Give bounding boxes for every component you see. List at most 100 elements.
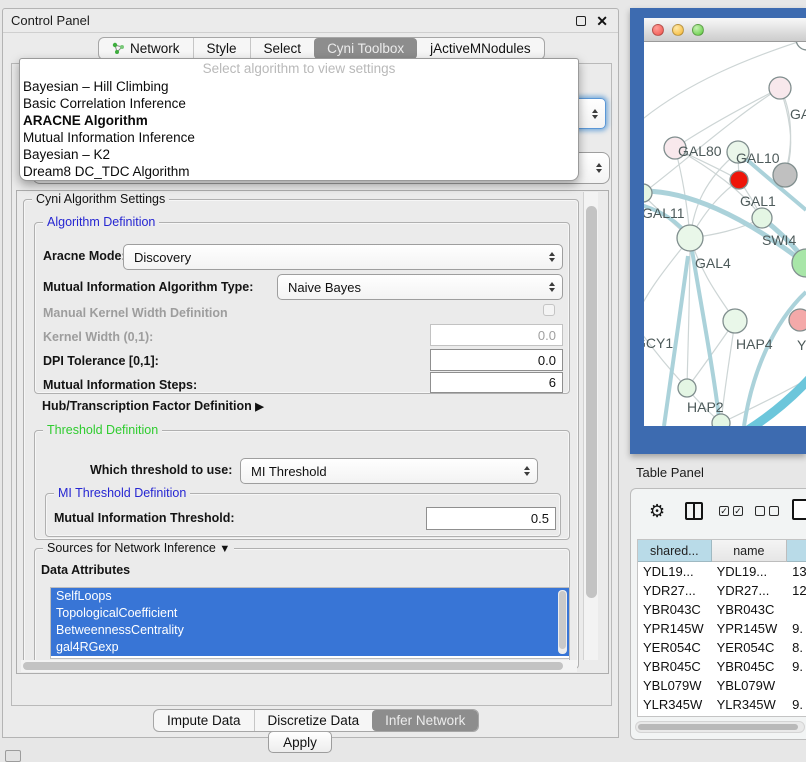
table-cell: 9. <box>787 714 806 717</box>
tab-infer-network[interactable]: Infer Network <box>372 710 478 731</box>
mi-type-label: Mutual Information Algorithm Type: <box>43 280 253 294</box>
hub-definition-toggle[interactable]: Hub/Transcription Factor Definition ▶ <box>42 399 264 413</box>
scrollbar-thumb[interactable] <box>586 206 597 598</box>
network-window-titlebar[interactable] <box>644 18 806 42</box>
network-canvas[interactable]: GALGAL80GAL10GAL1GAL11SWI4GAL4GCY1HAP4YH… <box>644 42 806 426</box>
column-header[interactable]: shared... <box>638 540 712 562</box>
control-panel-tabbar: Network Style SelectCyni ToolboxjActiveMNo… <box>98 37 545 60</box>
tab-style[interactable]: Style <box>193 38 250 59</box>
column-header[interactable] <box>787 540 806 562</box>
table-row[interactable]: YPR145WYPR145W9. <box>638 619 806 638</box>
table-cell: 8. <box>787 638 806 657</box>
gear-icon[interactable]: ⚙ <box>649 500 665 522</box>
table-cell: YLR345W <box>712 695 788 714</box>
settings-scrollpane: Cyni Algorithm Settings Algorithm Defini… <box>16 190 609 674</box>
dpi-tolerance-field[interactable]: 0.0 <box>430 349 563 371</box>
data-attributes-list[interactable]: SelfLoopsTopologicalCoefficientBetweenne… <box>50 587 570 659</box>
dropdown-prompt: Select algorithm to view settings <box>20 59 578 78</box>
table-row[interactable]: YIL052CYIL052C9. <box>638 714 806 717</box>
column-header[interactable]: name <box>712 540 788 562</box>
aracne-mode-combobox[interactable]: Discovery <box>123 244 563 270</box>
expand-right-icon: ▶ <box>255 401 263 413</box>
table-cell: YDR27... <box>712 581 788 600</box>
tab-network[interactable]: Network <box>99 38 193 59</box>
network-node[interactable] <box>796 42 806 50</box>
dropdown-option[interactable]: Dream8 DC_TDC Algorithm <box>20 163 578 180</box>
scrollbar-thumb[interactable] <box>23 662 563 670</box>
dropdown-option[interactable]: Mutual Information Inference <box>20 129 578 146</box>
mi-steps-field[interactable]: 6 <box>430 372 563 393</box>
network-edge <box>644 191 806 264</box>
table-row[interactable]: YBL079WYBL079W <box>638 676 806 695</box>
attribute-list-item[interactable]: gal4RGexp <box>51 639 569 656</box>
dropdown-option[interactable]: Bayesian – Hill Climbing <box>20 78 578 95</box>
which-threshold-combobox[interactable]: MI Threshold <box>240 458 538 484</box>
mi-threshold-value: 0.5 <box>531 511 549 526</box>
network-node[interactable] <box>712 414 730 426</box>
checked-checkbox-icon[interactable]: ✓ <box>733 506 743 516</box>
network-node[interactable] <box>773 163 797 187</box>
attribute-list-scrollbar[interactable] <box>558 590 567 654</box>
table-row[interactable]: YDL19...YDL19...13 <box>638 562 806 581</box>
network-node-label: HAP4 <box>736 336 773 352</box>
tab-jactivemnodules[interactable]: jActiveMNodules <box>417 38 544 59</box>
combo-stepper-icon <box>549 252 555 262</box>
zoom-traffic-light-icon[interactable] <box>692 24 704 36</box>
mi-threshold-field[interactable]: 0.5 <box>426 507 556 530</box>
table-row[interactable]: YER054CYER054C8. <box>638 638 806 657</box>
tab-impute-data[interactable]: Impute Data <box>154 710 254 731</box>
settings-horizontal-scrollbar[interactable] <box>21 660 577 672</box>
table-horizontal-scrollbar[interactable] <box>635 721 805 733</box>
scrollbar-thumb[interactable] <box>638 724 798 730</box>
dropdown-option[interactable]: Bayesian – K2 <box>20 146 578 163</box>
close-icon[interactable]: ✕ <box>596 12 608 30</box>
table-row[interactable]: YDR27...YDR27...12 <box>638 581 806 600</box>
table-row[interactable]: YBR043CYBR043C <box>638 600 806 619</box>
dropdown-option[interactable]: Basic Correlation Inference <box>20 95 578 112</box>
control-panel-titlebar: Control Panel ✕ <box>3 9 618 33</box>
table-cell: YER054C <box>638 638 712 657</box>
network-node[interactable] <box>678 379 696 397</box>
minimize-traffic-light-icon[interactable] <box>672 24 684 36</box>
tab-discretize-data[interactable]: Discretize Data <box>254 710 373 731</box>
manual-kernel-checkbox[interactable] <box>543 304 555 316</box>
close-traffic-light-icon[interactable] <box>652 24 664 36</box>
network-node[interactable] <box>677 225 703 251</box>
attribute-list-item[interactable]: TopologicalCoefficient <box>51 605 569 622</box>
network-node[interactable] <box>769 77 791 99</box>
settings-vertical-scrollbar[interactable] <box>583 192 598 660</box>
network-node-label: GAL <box>790 106 806 122</box>
table-row[interactable]: YLR345WYLR345W9. <box>638 695 806 714</box>
sources-group-title[interactable]: Sources for Network Inference ▼ <box>43 541 234 555</box>
table-row[interactable]: YBR045CYBR045C9. <box>638 657 806 676</box>
network-node-label: GAL4 <box>695 255 731 271</box>
table-cell: YPR145W <box>638 619 712 638</box>
network-node[interactable] <box>789 309 806 331</box>
threshold-definition-group: Threshold Definition Which threshold to … <box>34 430 570 540</box>
kernel-width-field[interactable]: 0.0 <box>430 324 563 346</box>
dropdown-option[interactable]: ARACNE Algorithm <box>20 112 578 129</box>
float-window-icon[interactable] <box>576 16 586 26</box>
table-cell: YBR043C <box>712 600 788 619</box>
attribute-list-item[interactable]: BetweennessCentrality <box>51 622 569 639</box>
unchecked-checkbox-icon[interactable] <box>769 506 779 516</box>
tab-label: Style <box>207 41 237 56</box>
document-icon[interactable] <box>792 499 806 520</box>
table-toolbar: ⚙ ✓ ✓ <box>631 489 806 535</box>
network-view-window[interactable]: GALGAL80GAL10GAL1GAL11SWI4GAL4GCY1HAP4YH… <box>630 8 806 454</box>
apply-button[interactable]: Apply <box>268 731 332 753</box>
unchecked-checkbox-icon[interactable] <box>755 506 765 516</box>
tab-label: Network <box>130 41 180 56</box>
tab-select[interactable]: Select <box>250 38 315 59</box>
network-node[interactable] <box>752 208 772 228</box>
mi-type-combobox[interactable]: Naive Bayes <box>277 274 563 300</box>
combo-stepper-icon <box>596 163 602 173</box>
panel-corner-icon[interactable] <box>5 750 21 762</box>
attribute-list-item[interactable]: SelfLoops <box>51 588 569 605</box>
network-node[interactable] <box>723 309 747 333</box>
table-cell: YER054C <box>712 638 788 657</box>
split-columns-icon[interactable] <box>685 502 703 520</box>
network-node[interactable] <box>730 171 748 189</box>
checked-checkbox-icon[interactable]: ✓ <box>719 506 729 516</box>
tab-cyni-toolbox[interactable]: Cyni Toolbox <box>314 38 417 59</box>
